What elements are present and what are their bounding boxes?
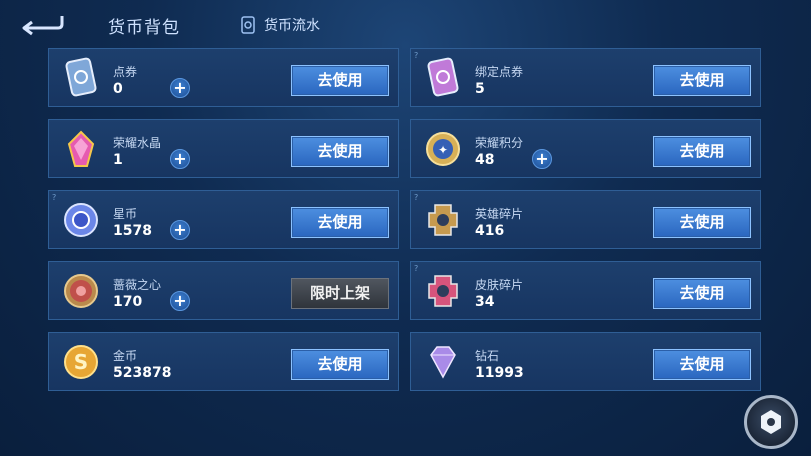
currency-name: 绑定点券 [475, 65, 524, 79]
currency-name: 荣耀积分 [475, 136, 524, 150]
currency-count: 5 [475, 81, 485, 97]
glory-points-icon: ✦ [423, 128, 463, 170]
currency-name: 蔷薇之心 [113, 278, 162, 292]
svg-text:S: S [74, 350, 88, 374]
use-button[interactable]: 去使用 [653, 349, 751, 380]
use-button[interactable]: 去使用 [653, 207, 751, 238]
use-button[interactable]: 去使用 [291, 349, 389, 380]
use-button[interactable]: 去使用 [291, 207, 389, 238]
currency-flow-label: 货币流水 [264, 18, 320, 34]
currency-name: 点券 [113, 65, 138, 79]
add-currency-button[interactable]: + [170, 291, 190, 311]
back-arrow-icon[interactable] [20, 10, 64, 36]
currency-name: 荣耀水晶 [113, 136, 162, 150]
currency-name: 金币 [113, 349, 138, 363]
currency-card: ✦ 荣耀积分 48 + 去使用 [410, 119, 761, 178]
currency-flow-link[interactable]: 货币流水 [240, 15, 320, 35]
page-title: 货币背包 [108, 18, 180, 38]
currency-count: 1578 [113, 223, 152, 239]
hero-shard-icon [423, 199, 463, 241]
currency-count: 11993 [475, 365, 524, 381]
currency-count: 34 [475, 294, 495, 310]
currency-card: ? 绑定点券 5 去使用 [410, 48, 761, 107]
glory-crystal-icon [61, 128, 101, 170]
top-bar: 货币背包 货币流水 [0, 0, 811, 46]
coupon-icon [61, 57, 101, 99]
use-button[interactable]: 去使用 [291, 65, 389, 96]
currency-card: 点券 0 + 去使用 [48, 48, 399, 107]
svg-text:✦: ✦ [438, 143, 448, 157]
currency-count: 416 [475, 223, 505, 239]
use-button[interactable]: 去使用 [653, 136, 751, 167]
currency-name: 星币 [113, 207, 138, 221]
currency-card: 钻石 11993 去使用 [410, 332, 761, 391]
add-currency-button[interactable]: + [170, 220, 190, 240]
add-currency-button[interactable]: + [532, 149, 552, 169]
currency-count: 0 [113, 81, 123, 97]
currency-count: 523878 [113, 365, 172, 381]
hexagon-settings-icon [761, 410, 781, 434]
currency-card: ? 皮肤碎片 34 去使用 [410, 261, 761, 320]
use-button[interactable]: 去使用 [653, 65, 751, 96]
bound-coupon-icon [423, 57, 463, 99]
currency-card: S 金币 523878 去使用 [48, 332, 399, 391]
use-button[interactable]: 去使用 [653, 278, 751, 309]
info-corner-icon: ? [52, 193, 57, 202]
gold-coin-icon: S [61, 341, 101, 383]
diamond-icon [423, 341, 463, 383]
info-corner-icon: ? [414, 51, 419, 60]
star-coin-icon [61, 199, 101, 241]
currency-card: 蔷薇之心 170 + 限时上架 [48, 261, 399, 320]
currency-name: 皮肤碎片 [475, 278, 524, 292]
currency-count: 1 [113, 152, 123, 168]
rose-heart-icon [61, 270, 101, 312]
currency-card: 荣耀水晶 1 + 去使用 [48, 119, 399, 178]
ledger-icon [241, 16, 255, 34]
add-currency-button[interactable]: + [170, 78, 190, 98]
limited-time-button: 限时上架 [291, 278, 389, 309]
currency-card: ? 星币 1578 + 去使用 [48, 190, 399, 249]
currency-card: ? 英雄碎片 416 去使用 [410, 190, 761, 249]
currency-name: 英雄碎片 [475, 207, 524, 221]
currency-count: 48 [475, 152, 495, 168]
currency-count: 170 [113, 294, 143, 310]
use-button[interactable]: 去使用 [291, 136, 389, 167]
info-corner-icon: ? [414, 193, 419, 202]
info-corner-icon: ? [414, 264, 419, 273]
currency-name: 钻石 [475, 349, 500, 363]
settings-button[interactable] [744, 395, 798, 449]
skin-shard-icon [423, 270, 463, 312]
add-currency-button[interactable]: + [170, 149, 190, 169]
